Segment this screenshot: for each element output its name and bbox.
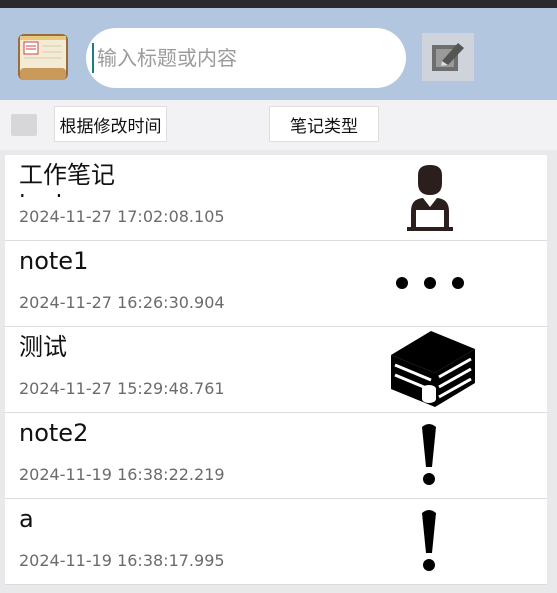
ellipsis-icon [396,277,464,289]
note-time: 2024-11-27 17:02:08.105 [19,207,225,226]
exclamation-icon [422,424,436,485]
list-item[interactable]: 测试 2024-11-27 15:29:48.761 [5,327,547,413]
exclamation-icon [422,510,436,571]
search-box[interactable] [86,28,406,88]
notebook-icon[interactable] [16,28,70,84]
sort-by-modified-button[interactable]: 根据修改时间 [54,106,167,142]
edit-icon [432,43,464,71]
note-list: 工作笔记 test 2024-11-27 17:02:08.105 note1 … [5,155,547,585]
note-time: 2024-11-19 16:38:17.995 [19,551,225,570]
text-cursor [92,43,94,73]
search-input[interactable] [97,46,377,70]
note-time: 2024-11-27 15:29:48.761 [19,379,225,398]
list-item[interactable]: note2 2024-11-19 16:38:22.219 [5,413,547,499]
filter-toolbar: 根据修改时间 笔记类型 [0,100,557,150]
note-title: a [19,505,34,533]
note-time: 2024-11-19 16:38:22.219 [19,465,225,484]
note-title: 测试 [19,333,67,361]
select-all-checkbox[interactable] [11,114,37,136]
status-bar [0,0,557,8]
new-note-button[interactable] [422,33,474,81]
note-time: 2024-11-27 16:26:30.904 [19,293,225,312]
note-type-button[interactable]: 笔记类型 [269,106,379,142]
list-item[interactable]: note1 2024-11-27 16:26:30.904 [5,241,547,327]
note-title: note1 [19,247,89,275]
note-title: note2 [19,419,89,447]
person-laptop-icon [407,165,453,231]
list-item[interactable]: 工作笔记 test 2024-11-27 17:02:08.105 [5,155,547,241]
list-item[interactable]: a 2024-11-19 16:38:17.995 [5,499,547,585]
note-subtitle: test [19,187,65,197]
header-bar [0,8,557,100]
server-icon [391,331,475,407]
